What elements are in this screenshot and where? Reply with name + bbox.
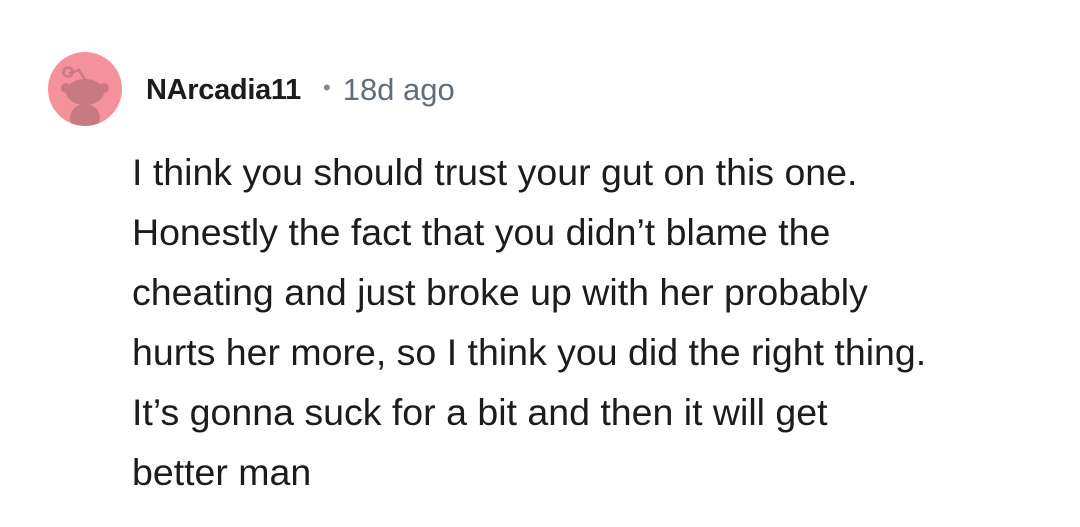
comment: NArcadia11 • 18d ago I think you should …: [0, 0, 1080, 527]
comment-line: hurts her more, so I think you did the r…: [132, 331, 927, 373]
comment-line: I think you should trust your gut on thi…: [132, 151, 858, 193]
comment-line: It’s gonna suck for a bit and then it wi…: [132, 391, 828, 433]
comment-body: I think you should trust your gut on thi…: [132, 142, 1052, 502]
comment-line: Honestly the fact that you didn’t blame …: [132, 211, 831, 253]
comment-line: cheating and just broke up with her prob…: [132, 271, 868, 313]
snoo-avatar-icon: [61, 66, 109, 126]
comment-header: NArcadia11 • 18d ago: [146, 68, 455, 112]
timestamp[interactable]: 18d ago: [343, 72, 455, 108]
separator-dot: •: [323, 75, 331, 100]
comment-line: better man: [132, 451, 312, 493]
username-link[interactable]: NArcadia11: [146, 74, 301, 107]
avatar[interactable]: [48, 52, 122, 126]
